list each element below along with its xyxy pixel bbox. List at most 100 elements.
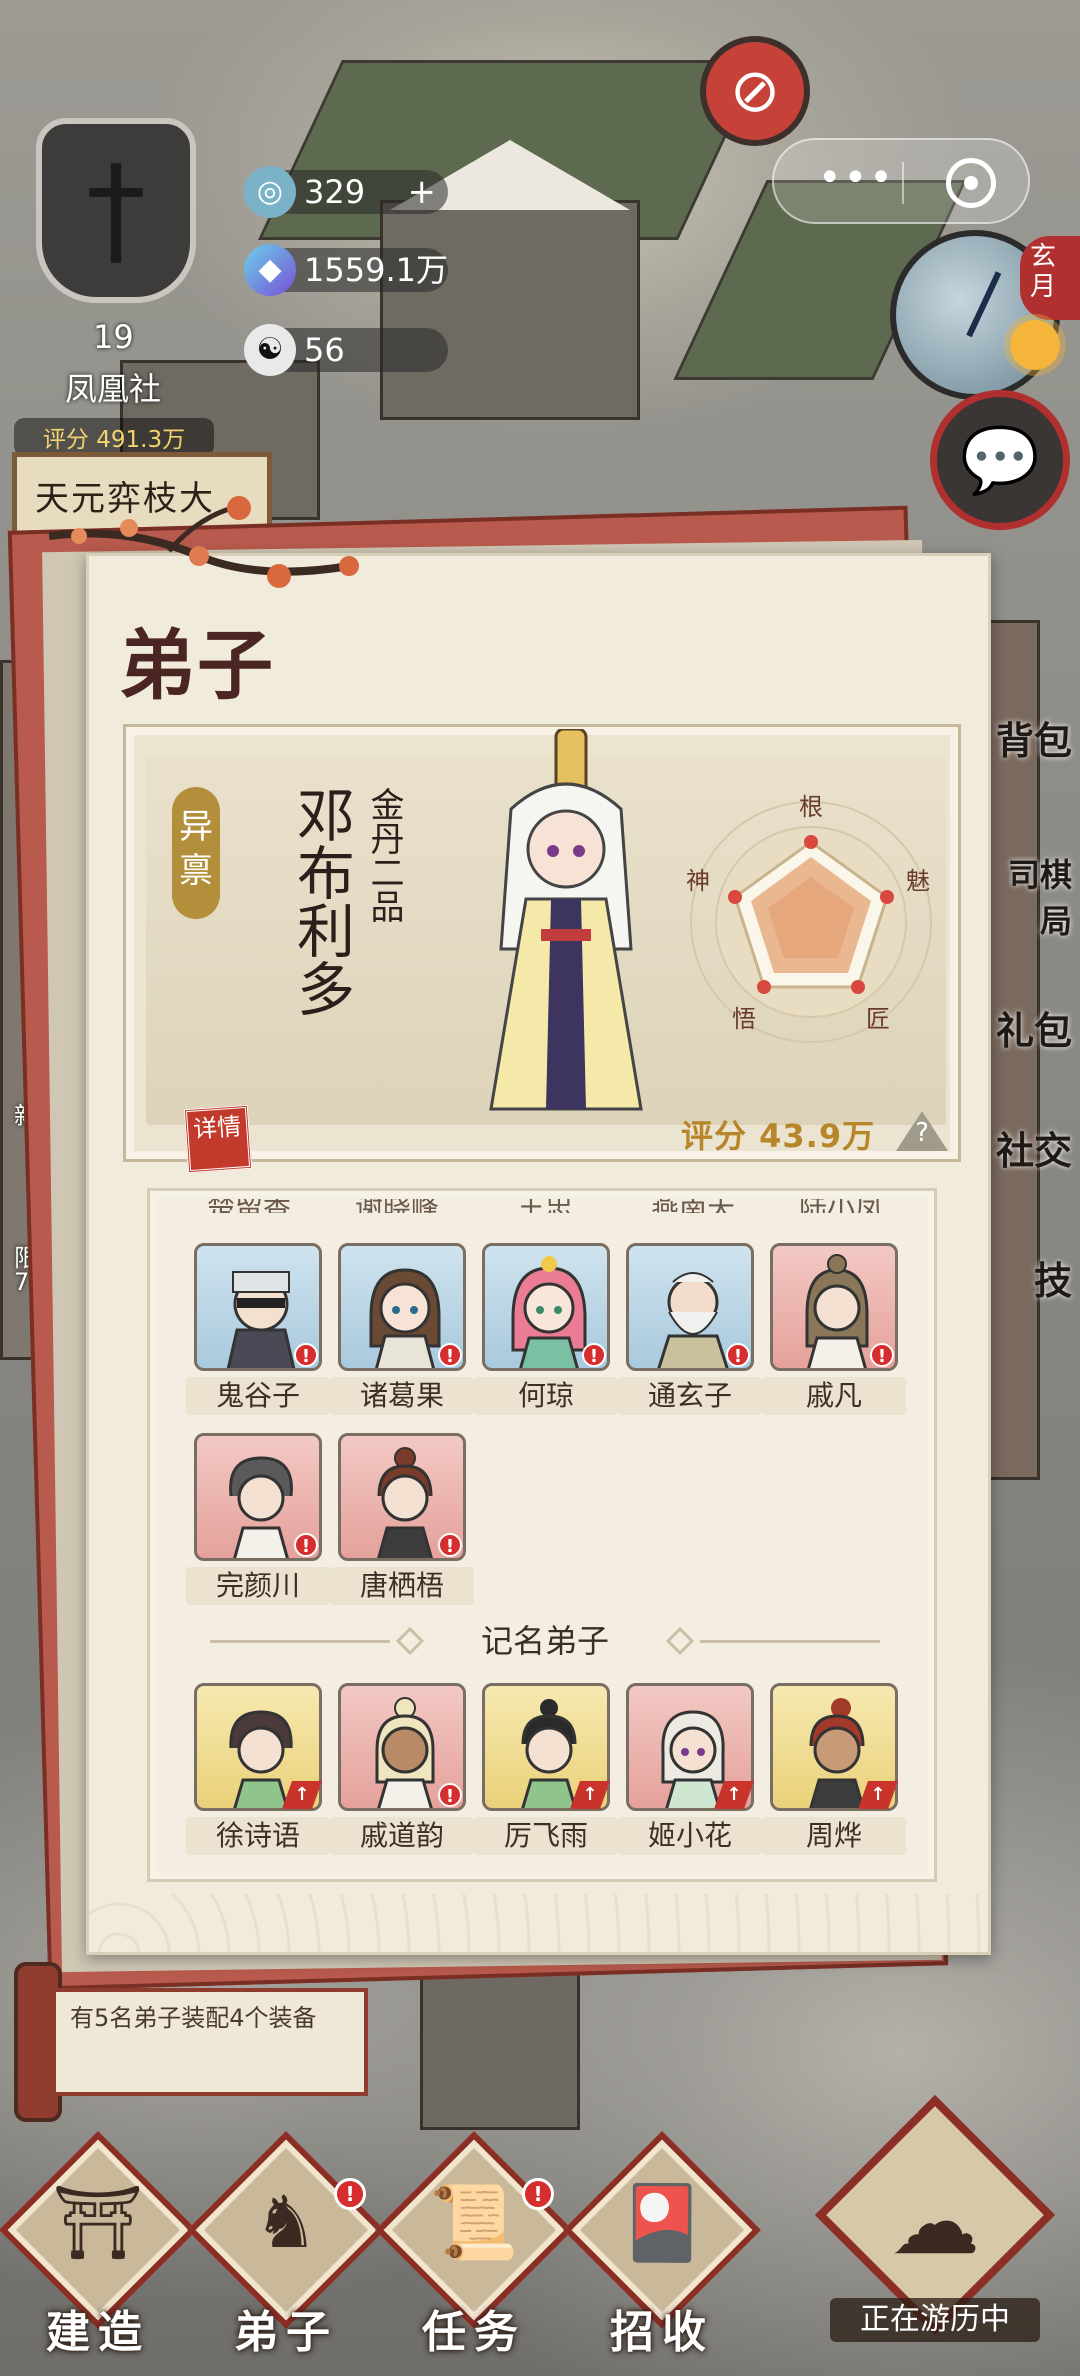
alert-badge: ! [522, 2178, 554, 2210]
sect-emblem[interactable]: † 19 凤凰社 评分 491.3万 [14, 78, 214, 456]
equipment-tip-scroll[interactable]: 有5名弟子装配4个装备 [14, 1962, 374, 2122]
more-icon[interactable]: ••• [818, 158, 895, 198]
resource-jade[interactable]: ◎ 329 + [244, 166, 448, 218]
disciple-card-name: 诸葛果 [330, 1377, 474, 1415]
sword-emblem-icon: † [36, 118, 196, 303]
alert-badge: ! [294, 1533, 318, 1557]
registered-disciples-divider: 记名弟子 [190, 1621, 900, 1661]
stat-insight-label: 悟 [732, 1005, 756, 1033]
registered-disciple-card[interactable]: ↑ 周烨 [762, 1683, 906, 1855]
disciple-card-name: 完颜川 [186, 1567, 330, 1605]
stat-craft-label: 匠 [866, 1005, 890, 1033]
disciple-card-name: 鬼谷子 [186, 1377, 330, 1415]
mini-program-capsule[interactable]: ••• [772, 138, 1030, 224]
resource-taiji-value: 56 [304, 331, 345, 369]
alert-badge: ! [438, 1783, 462, 1807]
disciple-card-name: 厉飞雨 [474, 1817, 618, 1855]
cut-name: 燕南天 [628, 1199, 758, 1213]
equipment-tip-text: 有5名弟子装配4个装备 [52, 1988, 368, 2096]
cut-name: 楚留香 [184, 1199, 314, 1213]
alert-badge: ! [582, 1343, 606, 1367]
resource-taiji: ☯ 56 [244, 324, 448, 376]
rarity-tag: 异禀 [172, 787, 220, 919]
travel-button[interactable]: ☁ 正在游历中 [800, 2094, 1070, 2360]
resource-jade-value: 329 [304, 173, 366, 211]
dial-hand-icon [966, 271, 1002, 338]
disciple-card-name: 唐栖梧 [330, 1567, 474, 1605]
resource-crystal-value: 1559.1万 [304, 251, 448, 289]
registered-disciple-card[interactable]: ↑ 徐诗语 [186, 1683, 330, 1855]
disciple-card[interactable]: ! 唐栖梧 [330, 1433, 474, 1605]
moon-phase-tag: 玄月 [1020, 236, 1080, 320]
disciple-grid: 楚留香 谢晓峰 王忠 燕南天 陆小凤 ! 鬼谷子 ! 诸葛果 ! 何琼 ! 通玄… [147, 1188, 937, 1882]
disciple-card-name: 何琼 [474, 1377, 618, 1415]
detail-button[interactable]: 详情 [183, 1104, 253, 1174]
side-skill-button[interactable]: 技 [985, 1250, 1080, 1320]
disciple-card[interactable]: ! 通玄子 [618, 1243, 762, 1415]
capsule-divider [902, 162, 904, 204]
disciple-card-name: 徐诗语 [186, 1817, 330, 1855]
disciple-card[interactable]: ! 完颜川 [186, 1433, 330, 1605]
scrolled-names-row: 楚留香 谢晓峰 王忠 燕南天 陆小凤 [180, 1199, 910, 1219]
disciple-panel: 弟子 异禀 邓布利多 金丹二品 详情 根 魅 匠 悟 神 评分 43.9万 ? … [49, 496, 991, 1955]
disciple-card[interactable]: ! 诸葛果 [330, 1243, 474, 1415]
alert-badge: ! [726, 1343, 750, 1367]
nav-build-label: 建造 [46, 2307, 150, 2358]
nav-task-label: 任务 [422, 2307, 526, 2358]
panel-title: 弟子 [119, 621, 275, 710]
cut-name: 王忠 [480, 1199, 610, 1213]
disciple-card-name: 周烨 [762, 1817, 906, 1855]
disciple-card[interactable]: ! 鬼谷子 [186, 1243, 330, 1415]
disciple-card-name: 通玄子 [618, 1377, 762, 1415]
cut-name: 陆小凤 [776, 1199, 906, 1213]
invitation-card-icon: 🎴 [617, 2180, 707, 2264]
side-social-button[interactable]: 社交 [985, 1120, 1080, 1190]
disciple-portrait [489, 729, 643, 1111]
stat-spirit-label: 神 [686, 867, 710, 895]
nav-build-button[interactable]: ⛩ 建造 [0, 2131, 197, 2358]
nav-disciple-button[interactable]: ♞ ! 弟子 [187, 2131, 385, 2358]
add-resource-button[interactable]: + [408, 170, 437, 214]
pavilion-icon: ⛩ [52, 2180, 144, 2264]
nav-task-button[interactable]: 📜 ! 任务 [375, 2131, 573, 2358]
alert-badge: ! [294, 1343, 318, 1367]
close-target-icon[interactable] [946, 158, 996, 208]
featured-disciple-card[interactable]: 异禀 邓布利多 金丹二品 详情 根 魅 匠 悟 神 评分 43.9万 ? [123, 724, 961, 1174]
alert-badge: ! [438, 1343, 462, 1367]
side-gift-button[interactable]: 礼包 [985, 1000, 1080, 1070]
stat-root-label: 根 [799, 793, 823, 821]
side-chess-button[interactable]: 司棋局 [985, 850, 1080, 940]
sect-name: 凤凰社 [64, 370, 161, 408]
alert-badge: ! [870, 1343, 894, 1367]
divider-line [700, 1640, 880, 1643]
disciple-card-name: 戚道韵 [330, 1817, 474, 1855]
spirit-stone-icon: ◎ [244, 166, 296, 218]
taiji-icon: ☯ [244, 324, 296, 376]
cultivation-rank: 金丹二品 [364, 787, 404, 923]
nav-recruit-button[interactable]: 🎴 招收 [563, 2131, 761, 2358]
registered-disciple-card[interactable]: ↑ 厉飞雨 [474, 1683, 618, 1855]
disciple-score: 评分 43.9万 [681, 1117, 876, 1155]
cut-name: 谢晓峰 [332, 1199, 462, 1213]
disciple-card[interactable]: ! 何琼 [474, 1243, 618, 1415]
registered-disciple-card[interactable]: ↑ 姬小花 [618, 1683, 762, 1855]
nav-recruit-label: 招收 [610, 2307, 714, 2358]
travel-cloud-icon: ☁ [890, 2170, 980, 2275]
sun-icon [1010, 320, 1060, 370]
crystal-icon: ◆ [244, 244, 296, 296]
disciple-card-name: 姬小花 [618, 1817, 762, 1855]
side-bag-button[interactable]: 背包 [985, 710, 1080, 780]
disciple-card-name: 戚凡 [762, 1377, 906, 1415]
resource-crystal: ◆ 1559.1万 [244, 244, 448, 296]
travel-status-label: 正在游历中 [830, 2298, 1040, 2342]
disciple-card[interactable]: ! 戚凡 [762, 1243, 906, 1415]
chat-bubble-icon[interactable]: 💬 [930, 390, 1070, 530]
attribute-radar-chart: 根 魅 匠 悟 神 [686, 793, 932, 1043]
disciple-name: 邓布利多 [287, 785, 355, 1017]
registered-disciple-card[interactable]: ! 戚道韵 [330, 1683, 474, 1855]
sect-building [380, 200, 640, 420]
alert-badge: ! [438, 1533, 462, 1557]
sect-score: 评分 491.3万 [14, 418, 214, 456]
no-entry-icon[interactable]: ⊘ [700, 36, 810, 146]
sect-level: 19 [93, 318, 134, 356]
